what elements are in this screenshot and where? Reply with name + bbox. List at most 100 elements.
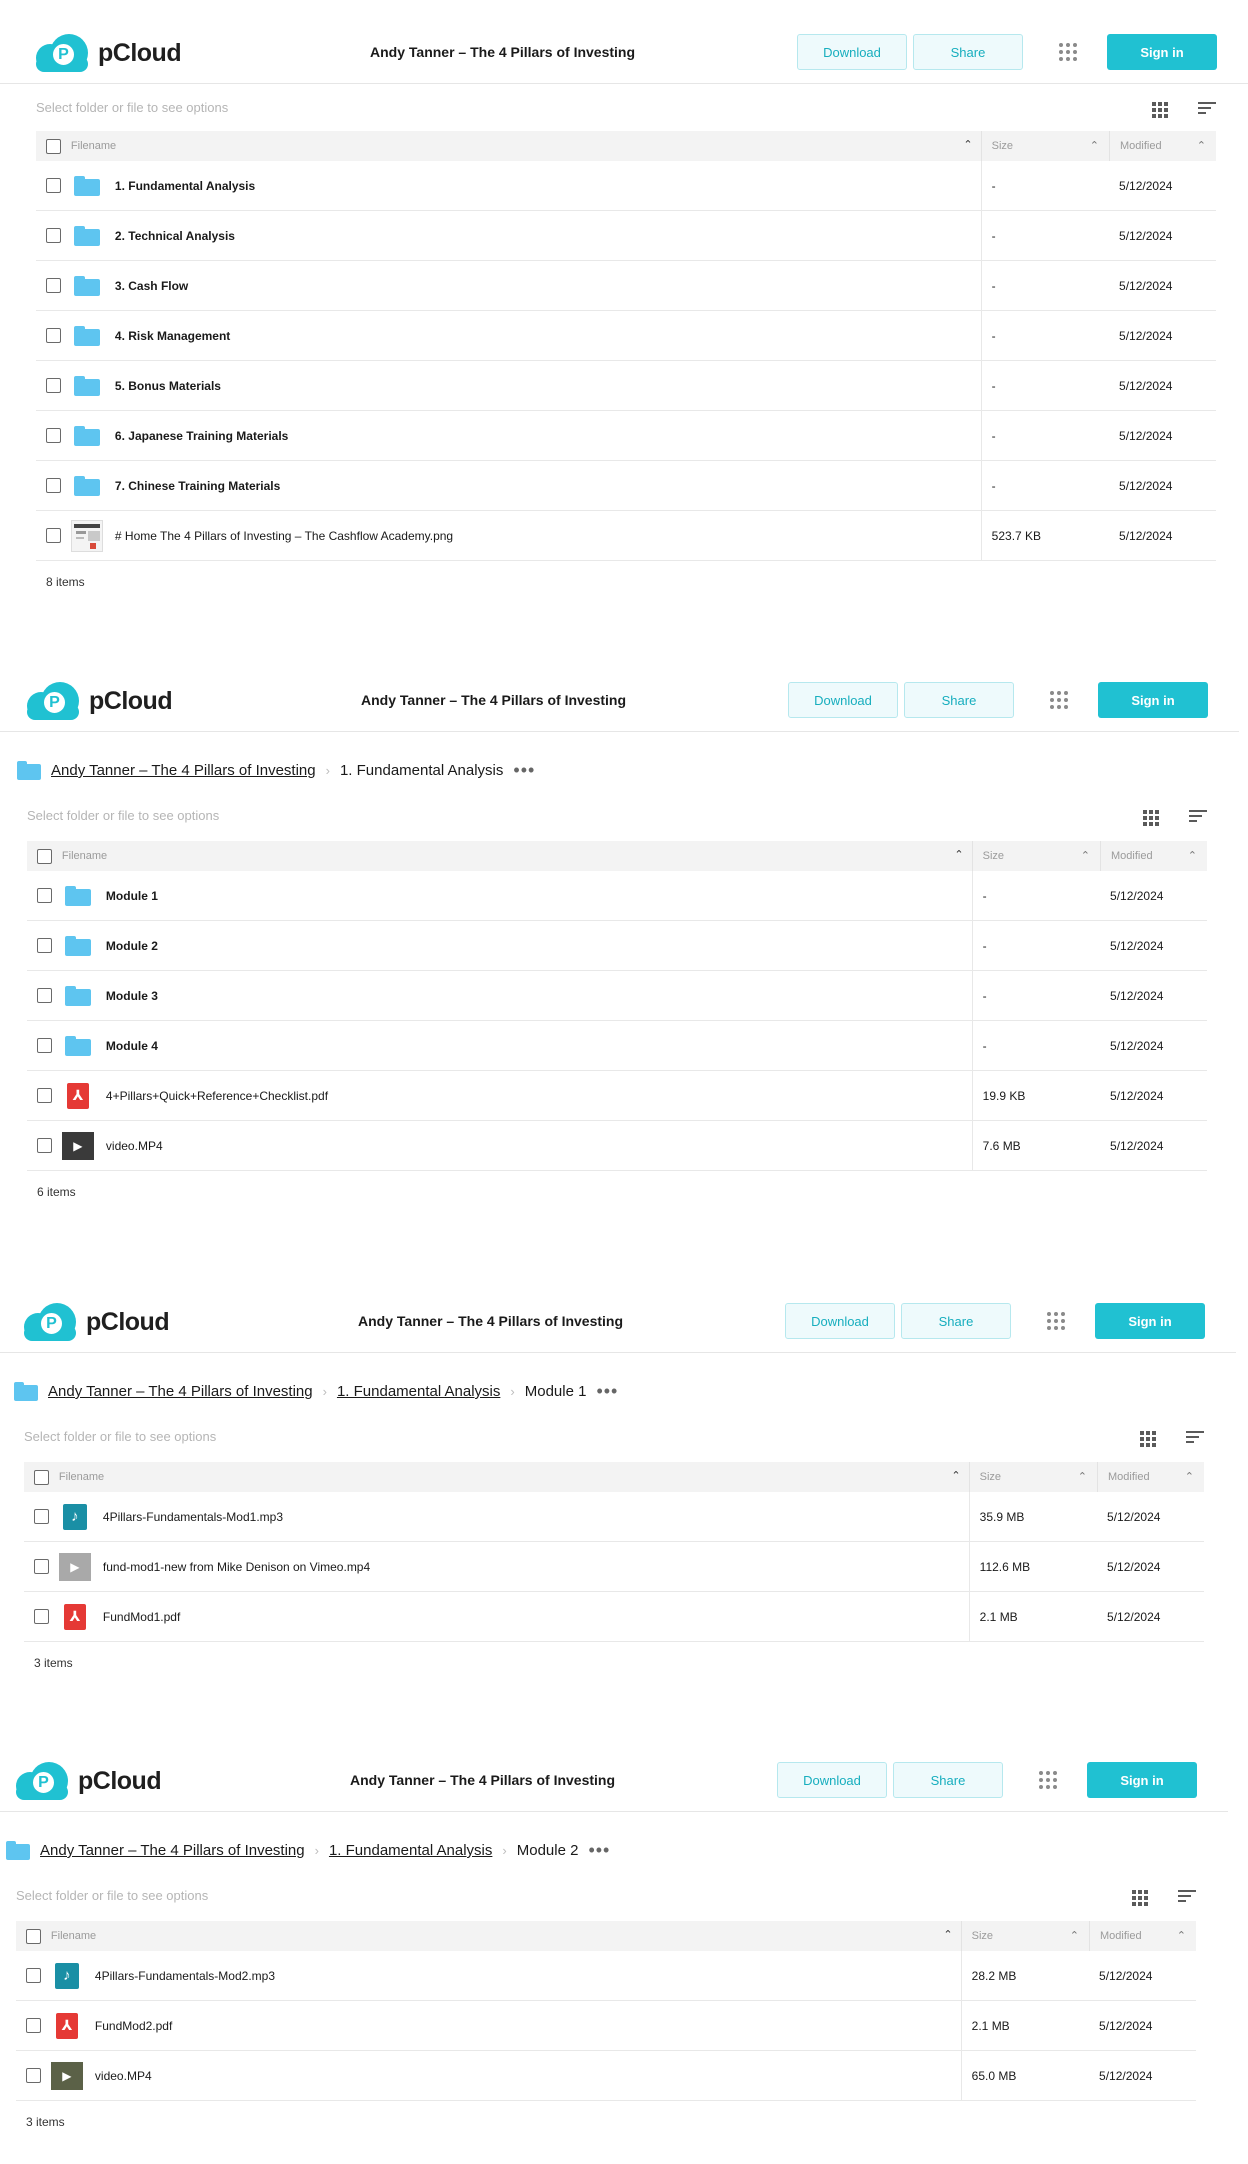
file-name[interactable]: 2. Technical Analysis bbox=[115, 229, 235, 243]
breadcrumb-link[interactable]: Andy Tanner – The 4 Pillars of Investing bbox=[48, 1383, 313, 1400]
apps-grid-icon[interactable] bbox=[1039, 1771, 1057, 1789]
select-all-checkbox[interactable] bbox=[25, 1928, 41, 1944]
sign-in-button[interactable]: Sign in bbox=[1107, 34, 1217, 70]
pcloud-logo[interactable]: PpCloud bbox=[27, 682, 173, 720]
more-options-icon[interactable]: ••• bbox=[596, 1381, 618, 1402]
sort-icon[interactable] bbox=[1189, 810, 1207, 822]
table-row[interactable]: ▶ video.MP4 65.0 MB 5/12/2024 bbox=[16, 2050, 1196, 2101]
column-modified[interactable]: Modified ⌃ bbox=[1109, 131, 1216, 161]
sign-in-button[interactable]: Sign in bbox=[1095, 1303, 1205, 1339]
file-name[interactable]: 4Pillars-Fundamentals-Mod2.mp3 bbox=[95, 1969, 275, 1983]
file-name[interactable]: video.MP4 bbox=[106, 1139, 163, 1153]
grid-view-icon[interactable] bbox=[1140, 1431, 1156, 1447]
row-checkbox[interactable] bbox=[45, 228, 61, 243]
file-name[interactable]: 4+Pillars+Quick+Reference+Checklist.pdf bbox=[106, 1089, 328, 1103]
download-button[interactable]: Download bbox=[785, 1303, 895, 1339]
download-button[interactable]: Download bbox=[797, 34, 907, 70]
row-checkbox[interactable] bbox=[36, 1088, 52, 1103]
row-checkbox[interactable] bbox=[45, 428, 61, 443]
table-row[interactable]: Module 4 -5/12/2024 bbox=[27, 1020, 1207, 1071]
file-name[interactable]: Module 2 bbox=[106, 939, 158, 953]
share-button[interactable]: Share bbox=[913, 34, 1023, 70]
column-modified[interactable]: Modified ⌃ bbox=[1100, 841, 1207, 871]
share-button[interactable]: Share bbox=[893, 1762, 1003, 1798]
breadcrumb-link[interactable]: 1. Fundamental Analysis bbox=[337, 1383, 500, 1400]
row-checkbox[interactable] bbox=[45, 528, 61, 543]
breadcrumb-link[interactable]: 1. Fundamental Analysis bbox=[329, 1842, 492, 1859]
pcloud-logo[interactable]: PpCloud bbox=[24, 1303, 170, 1341]
pcloud-logo[interactable]: PpCloud bbox=[16, 1762, 162, 1800]
table-row[interactable]: 6. Japanese Training Materials -5/12/2024 bbox=[36, 410, 1216, 461]
table-row[interactable]: 4. Risk Management -5/12/2024 bbox=[36, 310, 1216, 361]
row-checkbox[interactable] bbox=[33, 1609, 49, 1624]
column-modified[interactable]: Modified ⌃ bbox=[1097, 1462, 1204, 1492]
row-checkbox[interactable] bbox=[33, 1559, 49, 1574]
breadcrumb-link[interactable]: Andy Tanner – The 4 Pillars of Investing bbox=[51, 762, 316, 779]
grid-view-icon[interactable] bbox=[1143, 810, 1159, 826]
row-checkbox[interactable] bbox=[33, 1509, 49, 1524]
table-row[interactable]: 7. Chinese Training Materials -5/12/2024 bbox=[36, 460, 1216, 511]
table-row[interactable]: # Home The 4 Pillars of Investing – The … bbox=[36, 510, 1216, 561]
file-name[interactable]: 7. Chinese Training Materials bbox=[115, 479, 280, 493]
sort-icon[interactable] bbox=[1178, 1890, 1196, 1902]
table-row[interactable]: Module 3 -5/12/2024 bbox=[27, 970, 1207, 1021]
row-checkbox[interactable] bbox=[45, 178, 61, 193]
apps-grid-icon[interactable] bbox=[1047, 1312, 1065, 1330]
row-checkbox[interactable] bbox=[36, 888, 52, 903]
file-name[interactable]: 3. Cash Flow bbox=[115, 279, 188, 293]
column-size[interactable]: Size ⌃ bbox=[960, 1921, 1089, 1951]
select-all-checkbox[interactable] bbox=[33, 1469, 49, 1485]
more-options-icon[interactable]: ••• bbox=[513, 760, 535, 781]
sort-icon[interactable] bbox=[1186, 1431, 1204, 1443]
sign-in-button[interactable]: Sign in bbox=[1098, 682, 1208, 718]
grid-view-icon[interactable] bbox=[1132, 1890, 1148, 1906]
download-button[interactable]: Download bbox=[788, 682, 898, 718]
file-name[interactable]: 4Pillars-Fundamentals-Mod1.mp3 bbox=[103, 1510, 283, 1524]
row-checkbox[interactable] bbox=[36, 1138, 52, 1153]
file-name[interactable]: Module 4 bbox=[106, 1039, 158, 1053]
file-name[interactable]: Module 3 bbox=[106, 989, 158, 1003]
share-button[interactable]: Share bbox=[904, 682, 1014, 718]
table-row[interactable]: Module 1 -5/12/2024 bbox=[27, 870, 1207, 921]
table-row[interactable]: ⅄ 4+Pillars+Quick+Reference+Checklist.pdf… bbox=[27, 1070, 1207, 1121]
row-checkbox[interactable] bbox=[45, 328, 61, 343]
table-row[interactable]: Module 2 -5/12/2024 bbox=[27, 920, 1207, 971]
share-button[interactable]: Share bbox=[901, 1303, 1011, 1339]
table-row[interactable]: 3. Cash Flow -5/12/2024 bbox=[36, 260, 1216, 311]
file-name[interactable]: 6. Japanese Training Materials bbox=[115, 429, 288, 443]
apps-grid-icon[interactable] bbox=[1059, 43, 1077, 61]
table-row[interactable]: 5. Bonus Materials -5/12/2024 bbox=[36, 360, 1216, 411]
select-all-checkbox[interactable] bbox=[45, 138, 61, 154]
file-name[interactable]: video.MP4 bbox=[95, 2069, 152, 2083]
column-modified[interactable]: Modified ⌃ bbox=[1089, 1921, 1196, 1951]
pcloud-logo[interactable]: PpCloud bbox=[36, 34, 182, 72]
file-name[interactable]: FundMod1.pdf bbox=[103, 1610, 180, 1624]
table-row[interactable]: ♪ 4Pillars-Fundamentals-Mod2.mp3 28.2 MB 5/… bbox=[16, 1950, 1196, 2001]
apps-grid-icon[interactable] bbox=[1050, 691, 1068, 709]
column-filename[interactable]: Filename ⌃ bbox=[62, 849, 972, 862]
file-name[interactable]: Module 1 bbox=[106, 889, 158, 903]
table-row[interactable]: ▶ fund-mod1-new from Mike Denison on Vime… bbox=[24, 1541, 1204, 1592]
row-checkbox[interactable] bbox=[36, 988, 52, 1003]
more-options-icon[interactable]: ••• bbox=[588, 1840, 610, 1861]
file-name[interactable]: 1. Fundamental Analysis bbox=[115, 179, 255, 193]
file-name[interactable]: 4. Risk Management bbox=[115, 329, 230, 343]
row-checkbox[interactable] bbox=[45, 278, 61, 293]
table-row[interactable]: ⅄ FundMod2.pdf 2.1 MB 5/12/2024 bbox=[16, 2000, 1196, 2051]
download-button[interactable]: Download bbox=[777, 1762, 887, 1798]
column-size[interactable]: Size ⌃ bbox=[971, 841, 1100, 871]
column-size[interactable]: Size ⌃ bbox=[968, 1462, 1097, 1492]
row-checkbox[interactable] bbox=[36, 938, 52, 953]
table-row[interactable]: 1. Fundamental Analysis -5/12/2024 bbox=[36, 160, 1216, 211]
row-checkbox[interactable] bbox=[36, 1038, 52, 1053]
column-filename[interactable]: Filename ⌃ bbox=[71, 139, 981, 152]
file-name[interactable]: fund-mod1-new from Mike Denison on Vimeo… bbox=[103, 1560, 370, 1574]
table-row[interactable]: ♪ 4Pillars-Fundamentals-Mod1.mp3 35.9 MB 5/… bbox=[24, 1491, 1204, 1542]
column-size[interactable]: Size ⌃ bbox=[980, 131, 1109, 161]
row-checkbox[interactable] bbox=[25, 2068, 41, 2083]
file-name[interactable]: # Home The 4 Pillars of Investing – The … bbox=[115, 529, 453, 543]
row-checkbox[interactable] bbox=[25, 2018, 41, 2033]
grid-view-icon[interactable] bbox=[1152, 102, 1168, 118]
file-name[interactable]: FundMod2.pdf bbox=[95, 2019, 172, 2033]
sort-icon[interactable] bbox=[1198, 102, 1216, 114]
